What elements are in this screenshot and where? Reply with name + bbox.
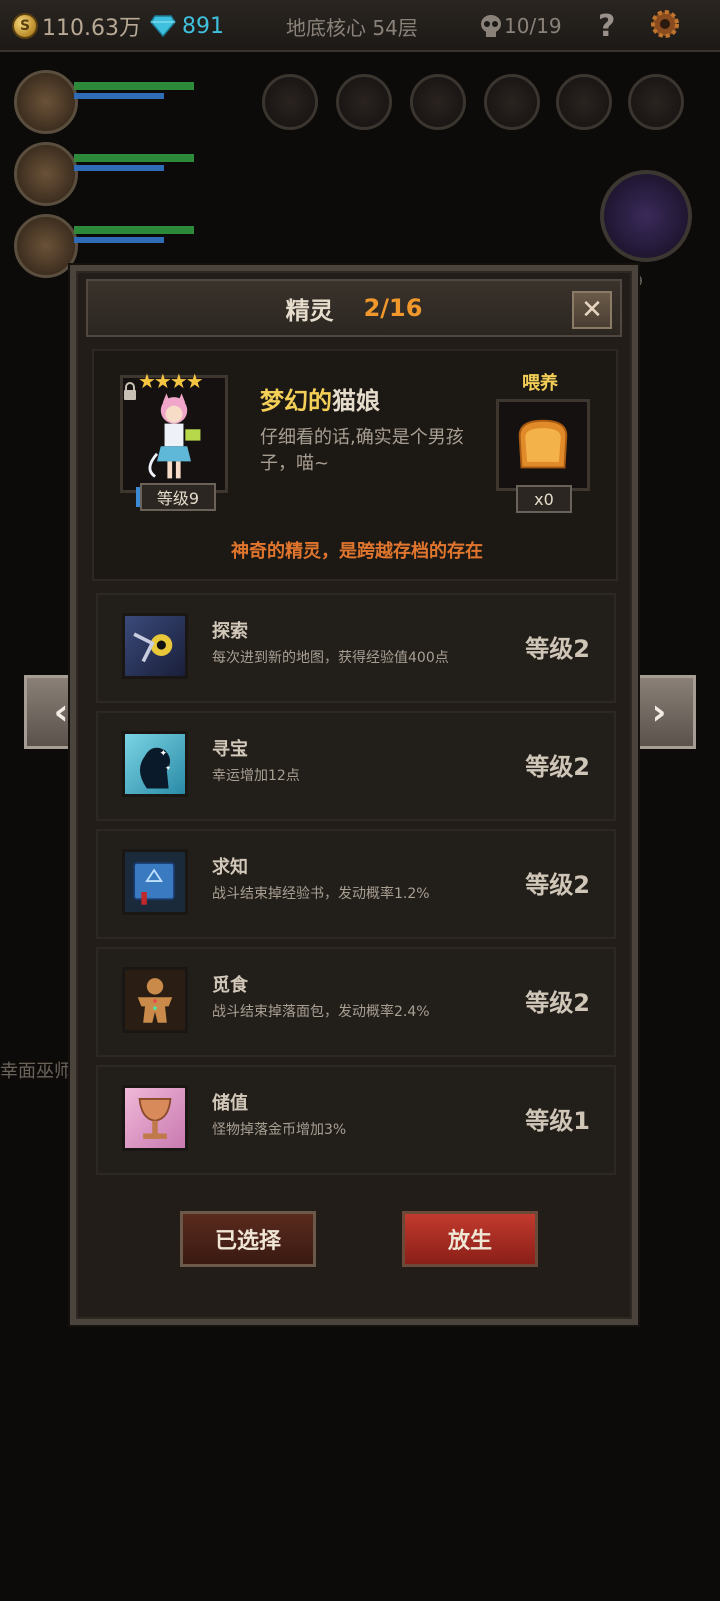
item-slot-4[interactable] (484, 74, 540, 130)
skill-row-treasure[interactable]: ✦ ✦ 寻宝 幸运增加12点 等级2 (96, 711, 616, 821)
skill-desc: 每次进到新的地图，获得经验值400点 (212, 650, 449, 666)
top-resource-bar: S 110.63万 891 地底核心 54层 10/19 ? (0, 0, 720, 52)
gold-amount: 110.63万 (42, 16, 141, 41)
skill-desc: 战斗结束掉落面包，发动概率2.4% (212, 1004, 430, 1020)
skill-row-knowledge[interactable]: 求知 战斗结束掉经验书，发动概率1.2% 等级2 (96, 829, 616, 939)
svg-text:✦: ✦ (165, 763, 171, 772)
skill-name: 储值 (212, 1093, 248, 1114)
skill-name: 探索 (212, 621, 248, 642)
chevron-right-icon: › (651, 691, 667, 733)
coin-icon: S (12, 13, 38, 39)
skill-name: 求知 (212, 857, 248, 878)
skill-desc: 战斗结束掉经验书，发动概率1.2% (212, 886, 430, 902)
feed-button[interactable] (496, 399, 590, 491)
skill-row-explore[interactable]: 探索 每次进到新的地图，获得经验值400点 等级2 (96, 593, 616, 703)
skill-level: 等级1 (525, 1107, 590, 1135)
help-button[interactable]: ? (598, 8, 616, 44)
skill-level: 等级2 (525, 753, 590, 781)
lock-icon[interactable] (122, 381, 138, 401)
help-icon: ? (598, 8, 616, 44)
close-button[interactable]: ✕ (572, 291, 612, 329)
svg-text:✦: ✦ (160, 749, 168, 759)
sprite-companion-ring[interactable] (600, 170, 692, 262)
goblet-icon (122, 1085, 188, 1151)
gem-amount: 891 (182, 13, 224, 39)
book-icon (122, 849, 188, 915)
hero-portrait-1[interactable] (14, 70, 78, 134)
dungeon-floor: 地底核心 54层 (286, 10, 418, 42)
skill-desc: 怪物掉落金币增加3% (212, 1122, 347, 1138)
sprite-dialog: 精灵 2/16 ✕ ★★★★ 等级9 梦幻的猫娘 仔细看的话,确实是个男孩子，喵… (70, 265, 638, 1325)
hero-portrait-2[interactable] (14, 142, 78, 206)
sprite-tagline: 神奇的精灵，是跨越存档的存在 (231, 541, 483, 562)
gold-counter: S 110.63万 (12, 10, 141, 42)
skill-row-forage[interactable]: 觅食 战斗结束掉落面包，发动概率2.4% 等级2 (96, 947, 616, 1057)
sprite-level-badge: 等级9 (136, 483, 216, 511)
feed-label: 喂养 (522, 373, 558, 394)
hero-portrait-3[interactable] (14, 214, 78, 278)
sprite-level: 等级9 (156, 489, 200, 508)
sprite-count: 2/16 (363, 294, 423, 322)
sprite-info-panel: ★★★★ 等级9 梦幻的猫娘 仔细看的话,确实是个男孩子，喵~ 喂养 x0 神奇… (92, 349, 618, 581)
feed-count: x0 (516, 485, 572, 513)
selected-button[interactable]: 已选择 (180, 1211, 316, 1267)
side-hero-label: 幸面巫师 (0, 1061, 72, 1082)
item-slot-2[interactable] (336, 74, 392, 130)
bread-icon (518, 419, 568, 469)
kill-counter: 10/19 (480, 10, 562, 42)
skill-row-savings[interactable]: 储值 怪物掉落金币增加3% 等级1 (96, 1065, 616, 1175)
diamond-icon (150, 15, 176, 37)
item-slot-3[interactable] (410, 74, 466, 130)
gingerbread-icon (122, 967, 188, 1033)
hero-status-bars-3 (74, 226, 214, 254)
hero-status-bars-1 (74, 82, 214, 110)
floor-label: 地底核心 54层 (286, 15, 418, 40)
cat-girl-portrait-icon (148, 393, 201, 479)
kill-count: 10/19 (504, 14, 562, 38)
sprite-rarity-stars: ★★★★ (138, 369, 204, 393)
item-slot-6[interactable] (628, 74, 684, 130)
settings-button[interactable] (648, 8, 682, 40)
item-slot-1[interactable] (262, 74, 318, 130)
silhouette-icon: ✦ ✦ (122, 731, 188, 797)
dialog-header: 精灵 2/16 ✕ (86, 279, 622, 337)
skill-name: 觅食 (212, 975, 248, 996)
chevron-left-icon: ‹ (53, 691, 69, 733)
skill-desc: 幸运增加12点 (212, 768, 300, 784)
skill-level: 等级2 (525, 635, 590, 663)
skill-level: 等级2 (525, 871, 590, 899)
owl-icon (122, 613, 188, 679)
dialog-title: 精灵 (285, 296, 334, 325)
gear-icon (651, 10, 679, 38)
skill-level: 等级2 (525, 989, 590, 1017)
release-button[interactable]: 放生 (402, 1211, 538, 1267)
gem-counter: 891 (150, 10, 224, 42)
sprite-description: 仔细看的话,确实是个男孩子，喵~ (260, 427, 464, 474)
sprite-name: 梦幻的猫娘 (260, 381, 380, 416)
hero-status-bars-2 (74, 154, 214, 182)
close-icon: ✕ (581, 295, 603, 325)
skill-name: 寻宝 (212, 739, 248, 760)
item-slot-5[interactable] (556, 74, 612, 130)
sprite-name-prefix: 梦幻的 (260, 387, 332, 415)
skull-icon (481, 15, 501, 37)
sprite-name-suffix: 猫娘 (332, 387, 380, 415)
